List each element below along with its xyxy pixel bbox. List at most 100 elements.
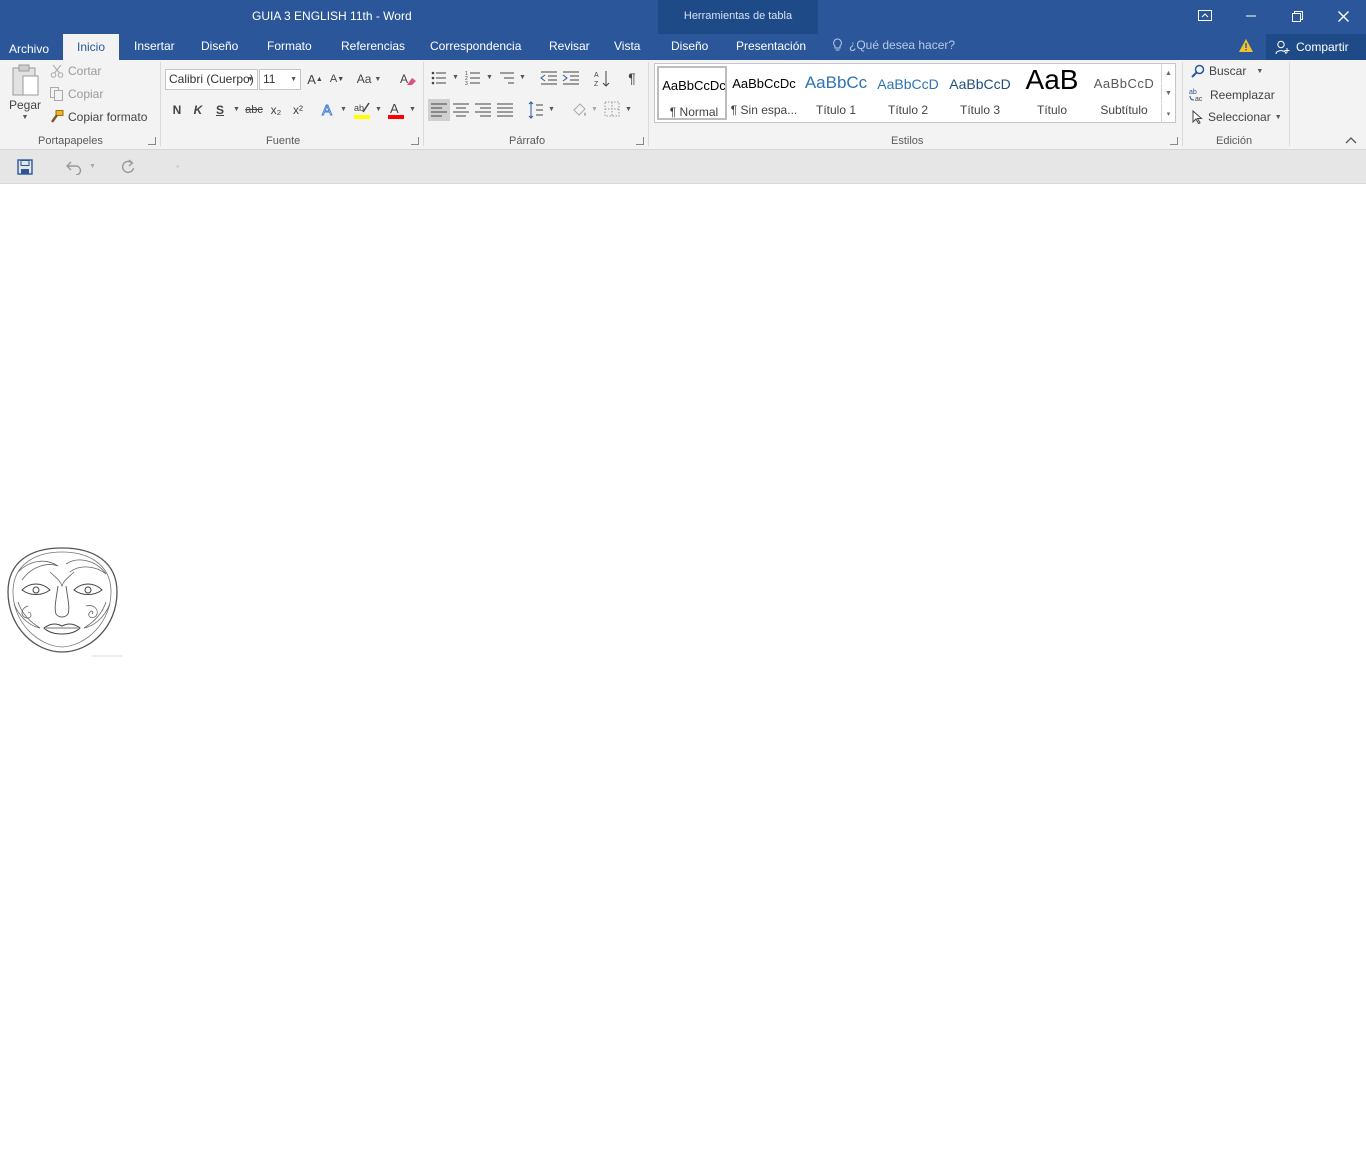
cut-label: Cortar xyxy=(68,64,102,78)
underline-dropdown-icon[interactable]: ▼ xyxy=(233,106,240,113)
style-name: Título 2 xyxy=(887,103,929,117)
change-case-button[interactable]: Aa ▼ xyxy=(354,70,384,88)
warning-icon[interactable] xyxy=(1238,38,1254,53)
tab-insertar[interactable]: Insertar xyxy=(134,35,175,61)
style-normal[interactable]: AaBbCcDc ¶ Normal xyxy=(657,66,727,120)
font-size-combo[interactable]: 11 ▼ xyxy=(259,69,301,90)
save-icon[interactable] xyxy=(17,159,33,175)
grow-font-button[interactable]: A ▲ xyxy=(306,70,324,88)
tab-referencias[interactable]: Referencias xyxy=(341,35,405,61)
styles-scroll-down-icon[interactable]: ▼ xyxy=(1161,84,1175,103)
undo-dropdown-icon[interactable]: ▼ xyxy=(89,163,96,170)
copy-button[interactable]: Copiar xyxy=(50,87,103,101)
clipboard-icon xyxy=(12,64,39,96)
align-center-icon[interactable] xyxy=(452,99,470,121)
format-painter-button[interactable]: Copiar formato xyxy=(50,110,147,124)
tell-me-box[interactable]: ¿Qué desea hacer? xyxy=(832,38,955,52)
superscript-button[interactable]: x² xyxy=(290,101,306,119)
tab-formato[interactable]: Formato xyxy=(267,35,312,61)
style-titulo-1[interactable]: AaBbCc Título 1 xyxy=(801,66,871,120)
select-dropdown-icon[interactable]: ▼ xyxy=(1275,114,1282,121)
group-divider xyxy=(1182,62,1183,146)
numbering-icon[interactable]: 123 xyxy=(465,70,481,86)
styles-scroll-up-icon[interactable]: ▲ xyxy=(1161,64,1175,83)
tab-revisar[interactable]: Revisar xyxy=(549,35,590,61)
customize-qat-icon[interactable]: ▾ xyxy=(176,163,180,171)
paste-dropdown-icon[interactable]: ▼ xyxy=(22,114,29,121)
line-spacing-icon[interactable] xyxy=(528,100,544,120)
text-effects-dropdown-icon[interactable]: ▼ xyxy=(340,106,347,113)
borders-dropdown-icon[interactable]: ▼ xyxy=(625,106,632,113)
select-button[interactable]: Seleccionar ▼ xyxy=(1192,110,1282,124)
undo-icon[interactable] xyxy=(66,159,82,175)
strikethrough-button[interactable]: abc xyxy=(244,101,264,119)
increase-indent-icon[interactable] xyxy=(562,70,580,86)
font-color-dropdown-icon[interactable]: ▼ xyxy=(409,106,416,113)
clipboard-launcher-icon[interactable] xyxy=(148,137,156,145)
close-button[interactable] xyxy=(1320,0,1366,32)
style-titulo-2[interactable]: AaBbCcD Título 2 xyxy=(873,66,943,120)
justify-icon[interactable] xyxy=(496,99,514,121)
highlight-dropdown-icon[interactable]: ▼ xyxy=(375,106,382,113)
share-label: Compartir xyxy=(1296,40,1349,54)
style-titulo[interactable]: AaB Título xyxy=(1017,66,1087,120)
font-launcher-icon[interactable] xyxy=(411,137,419,145)
style-name: ¶ Sin espa... xyxy=(730,103,798,117)
tab-vista[interactable]: Vista xyxy=(614,35,640,61)
redo-icon[interactable] xyxy=(120,159,136,175)
subscript-button[interactable]: x₂ xyxy=(268,101,284,119)
italic-button[interactable]: K xyxy=(191,101,205,119)
bullets-icon[interactable] xyxy=(431,70,447,86)
shrink-font-button[interactable]: A ▼ xyxy=(328,70,346,88)
styles-more-icon[interactable]: ▾ xyxy=(1161,104,1175,123)
clear-formatting-icon[interactable]: A xyxy=(399,71,417,87)
styles-gallery: AaBbCcDc ¶ Normal AaBbCcDc ¶ Sin espa...… xyxy=(654,63,1176,123)
shading-icon[interactable] xyxy=(570,100,588,120)
styles-launcher-icon[interactable] xyxy=(1170,137,1178,145)
cut-button[interactable]: Cortar xyxy=(50,64,101,78)
numbering-dropdown-icon[interactable]: ▼ xyxy=(486,74,493,81)
find-dropdown-icon[interactable]: ▼ xyxy=(1256,68,1263,75)
sort-icon[interactable]: AZ xyxy=(594,70,610,88)
style-titulo-3[interactable]: AaBbCcD Título 3 xyxy=(945,66,1015,120)
bullets-dropdown-icon[interactable]: ▼ xyxy=(452,74,459,81)
font-name-dropdown-icon: ▼ xyxy=(247,76,254,83)
line-spacing-dropdown-icon[interactable]: ▼ xyxy=(548,106,555,113)
restore-button[interactable] xyxy=(1274,0,1320,32)
style-sin-espaciado[interactable]: AaBbCcDc ¶ Sin espa... xyxy=(729,66,799,120)
paintbrush-icon xyxy=(51,110,64,123)
shading-dropdown-icon[interactable]: ▼ xyxy=(591,106,598,113)
paste-button[interactable]: Pegar ▼ xyxy=(9,64,41,121)
replace-button[interactable]: ab ac Reemplazar xyxy=(1189,87,1275,103)
document-area[interactable] xyxy=(0,185,1366,1160)
collapse-ribbon-icon[interactable] xyxy=(1345,136,1357,144)
font-color-icon[interactable]: A xyxy=(387,100,405,120)
tab-presentacion[interactable]: Presentación xyxy=(736,35,806,61)
find-button[interactable]: Buscar ▼ xyxy=(1191,64,1263,78)
styles-group-label: Estilos xyxy=(891,135,924,147)
bold-button[interactable]: N xyxy=(170,101,184,119)
align-left-icon[interactable] xyxy=(428,99,450,121)
highlight-icon[interactable]: ab xyxy=(353,100,371,120)
tab-inicio[interactable]: Inicio xyxy=(63,34,119,60)
share-button[interactable]: Compartir xyxy=(1266,34,1366,60)
show-marks-button[interactable]: ¶ xyxy=(624,69,640,87)
tab-diseno[interactable]: Diseño xyxy=(201,35,238,61)
paragraph-launcher-icon[interactable] xyxy=(636,137,644,145)
underline-button[interactable]: S xyxy=(213,101,227,119)
ribbon-display-options-button[interactable] xyxy=(1182,0,1228,32)
replace-icon: abac xyxy=(1189,89,1203,102)
quick-access-toolbar: ▼ ▾ xyxy=(0,150,1366,184)
text-effects-icon[interactable]: A xyxy=(321,101,337,119)
minimize-button[interactable] xyxy=(1228,0,1274,32)
borders-icon[interactable] xyxy=(604,101,620,117)
tab-correspondencia[interactable]: Correspondencia xyxy=(430,35,521,61)
tab-tabla-diseno[interactable]: Diseño xyxy=(671,35,708,61)
multilevel-list-dropdown-icon[interactable]: ▼ xyxy=(519,74,526,81)
multilevel-list-icon[interactable] xyxy=(499,70,515,86)
align-right-icon[interactable] xyxy=(474,99,492,121)
decrease-indent-icon[interactable] xyxy=(540,70,558,86)
font-name-combo[interactable]: Calibri (Cuerpo) ▼ xyxy=(165,69,258,90)
style-subtitulo[interactable]: AaBbCcD Subtítulo xyxy=(1089,66,1159,120)
mask-drawing-image[interactable] xyxy=(0,542,125,659)
